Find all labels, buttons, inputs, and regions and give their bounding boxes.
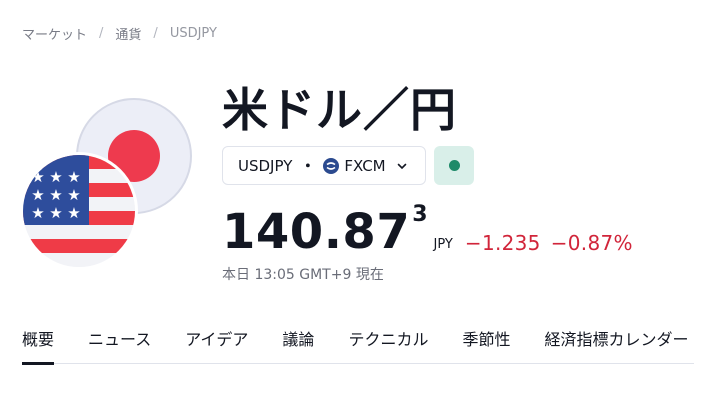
breadcrumb-currencies[interactable]: 通貨 <box>115 24 141 43</box>
svg-text:★: ★ <box>31 186 44 204</box>
quote-currency: JPY <box>433 237 453 252</box>
symbol-separator: ・ <box>300 157 316 175</box>
svg-text:★: ★ <box>31 168 44 186</box>
market-open-status-icon <box>448 160 460 171</box>
exchange-label: FXCM <box>344 156 386 175</box>
market-status-button[interactable] <box>434 146 474 185</box>
breadcrumb-separator: / <box>99 26 104 41</box>
tab-technicals[interactable]: テクニカル <box>348 322 428 364</box>
us-flag-icon: ★ ★ ★ ★ ★ ★ ★ ★ ★ <box>20 152 138 270</box>
fxcm-icon <box>323 157 340 174</box>
quote-row: 140.87 3 JPY −1.235 −0.87% <box>222 200 633 260</box>
breadcrumb: マーケット / 通貨 / USDJPY <box>22 24 217 43</box>
svg-text:★: ★ <box>67 168 80 186</box>
instrument-tabs: 概要 ニュース アイデア 議論 テクニカル 季節性 経済指標カレンダー <box>22 322 694 365</box>
svg-text:★: ★ <box>67 204 80 222</box>
tab-economic-calendar[interactable]: 経済指標カレンダー <box>544 322 688 364</box>
page-title: 米ドル／円 <box>222 83 457 137</box>
price-change: −1.235 <box>464 231 541 255</box>
symbol-exchange-selector[interactable]: USDJPY ・ FXCM <box>222 146 426 185</box>
svg-text:★: ★ <box>49 204 62 222</box>
price-change-percent: −0.87% <box>550 231 633 255</box>
svg-text:★: ★ <box>67 186 80 204</box>
chevron-down-icon <box>396 160 408 172</box>
quote-timestamp: 本日 13:05 GMT+9 現在 <box>222 267 384 283</box>
tab-ideas[interactable]: アイデア <box>185 322 248 364</box>
symbol-label: USDJPY <box>238 156 293 175</box>
tab-news[interactable]: ニュース <box>88 322 151 364</box>
tab-discussion[interactable]: 議論 <box>282 322 314 364</box>
tab-seasonals[interactable]: 季節性 <box>462 322 510 364</box>
breadcrumb-current: USDJPY <box>169 26 217 41</box>
breadcrumb-separator: / <box>153 26 158 41</box>
svg-text:★: ★ <box>31 204 44 222</box>
currency-pair-flags: ★ ★ ★ ★ ★ ★ ★ ★ ★ <box>20 98 192 270</box>
last-price-pip-digit: 3 <box>412 202 428 227</box>
tab-overview[interactable]: 概要 <box>22 322 55 365</box>
svg-text:★: ★ <box>49 186 62 204</box>
last-price: 140.87 <box>222 204 411 260</box>
breadcrumb-markets[interactable]: マーケット <box>22 24 87 43</box>
svg-text:★: ★ <box>49 168 62 186</box>
